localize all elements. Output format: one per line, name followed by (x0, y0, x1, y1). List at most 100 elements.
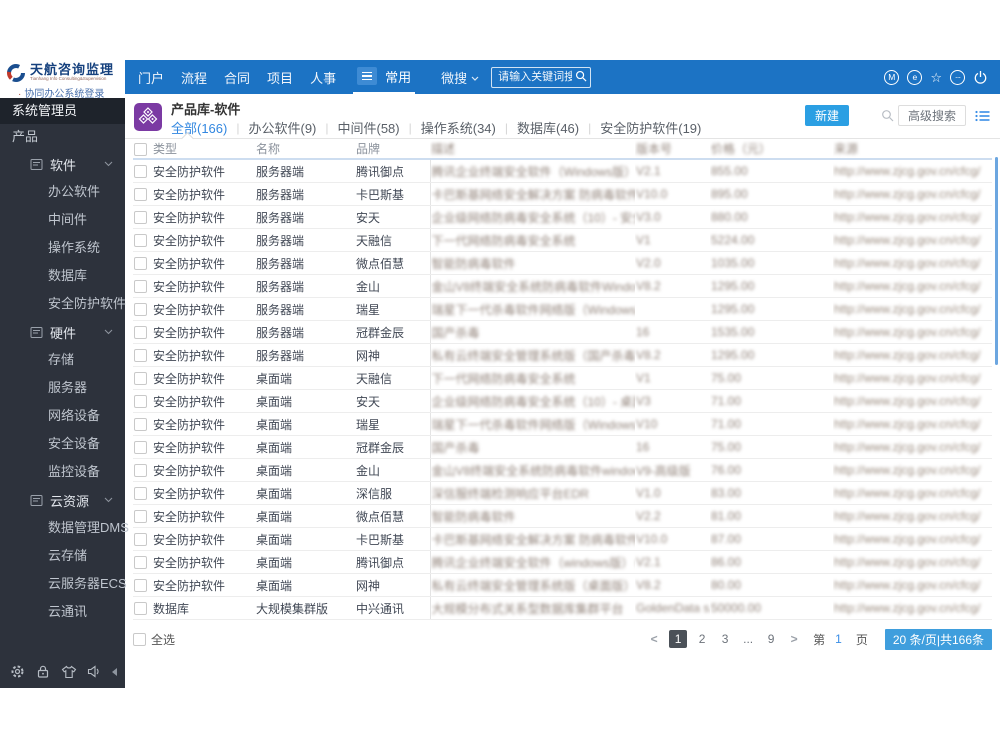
table-row[interactable]: 安全防护软件服务器端瑞星瑞星下一代杀毒软件网络版（Windows版）服务器版 12… (133, 297, 992, 321)
sidebar-section-product[interactable]: 产品 (0, 124, 125, 150)
more-options-icon[interactable]: ··· (950, 69, 965, 85)
row-checkbox[interactable] (134, 510, 147, 524)
tab-办公软件(9)[interactable]: 办公软件(9) (248, 118, 316, 137)
tab-全部(166)[interactable]: 全部(166) (171, 118, 227, 137)
search-engine-select[interactable]: 微搜 (441, 68, 479, 87)
power-logout-icon[interactable] (973, 70, 988, 85)
tab-数据库(46)[interactable]: 数据库(46) (517, 118, 579, 137)
new-button[interactable]: 新建 (804, 105, 849, 126)
nav-item[interactable]: 流程 (181, 68, 207, 87)
message-icon[interactable]: e (907, 69, 923, 85)
page-button-9[interactable]: 9 (763, 630, 779, 648)
sidebar-item-监控设备[interactable]: 监控设备 (0, 458, 125, 486)
sidebar-item-云服务器ECS[interactable]: 云服务器ECS (0, 570, 127, 598)
table-row[interactable]: 安全防护软件 桌面端 微点佰慧 智能防病毒软件 V2.2 81.00 http://www.… (133, 504, 992, 528)
row-checkbox[interactable] (134, 602, 147, 616)
sidebar-item-存储[interactable]: 存储 (0, 346, 125, 374)
sound-speaker-icon[interactable] (87, 665, 101, 678)
prev-page-button[interactable]: < (646, 630, 662, 648)
table-row[interactable]: 安全防护软件 服务器端 网神 私有云终端安全管理系统版（国产杀毒） V8.2 1295.0… (133, 343, 992, 367)
theme-shirt-icon[interactable] (61, 665, 77, 679)
nav-item[interactable]: 项目 (267, 68, 293, 87)
row-checkbox[interactable] (134, 441, 147, 455)
table-row[interactable]: 安全防护软件桌面端瑞星瑞星下一代杀毒软件网络版（Windows版）V1071.0… (133, 412, 992, 436)
sidebar-item-数据库[interactable]: 数据库 (0, 262, 125, 290)
row-checkbox[interactable] (134, 234, 147, 248)
header-checkbox[interactable] (134, 142, 147, 156)
row-checkbox[interactable] (134, 533, 147, 547)
m-badge-icon[interactable]: M (884, 69, 900, 85)
table-row[interactable]: 安全防护软件 服务器端 微点佰慧 智能防病毒软件 V2.0 1035.00 http://w… (133, 251, 992, 275)
row-checkbox[interactable] (134, 257, 147, 271)
table-row[interactable]: 安全防护软件 桌面端 网神 私有云终端安全管理系统版（桌面版） V8.2 80.00 htt… (133, 573, 992, 597)
row-checkbox[interactable] (134, 188, 147, 202)
table-row[interactable]: 安全防护软件桌面端卡巴斯基卡巴斯基网络安全解决方案 防病毒软件（10）- 桌面.… (133, 527, 992, 551)
table-row[interactable]: 安全防护软件 桌面端 天融信 下一代网络防病毒安全系统 V1 75.00 http://ww… (133, 366, 992, 390)
collapse-sidebar-icon[interactable] (112, 667, 117, 676)
table-row[interactable]: 数据库 大规模集群版 中兴通讯 大规模分布式关系型数据库集群平台 GoldenData … (133, 596, 992, 620)
table-row[interactable]: 安全防护软件桌面端金山金山V8终端安全系统防病毒软件windows终端版V9-高… (133, 458, 992, 482)
row-checkbox[interactable] (134, 556, 147, 570)
nav-item-pinned[interactable]: 常用 (385, 67, 411, 86)
table-row[interactable]: 安全防护软件 服务器端 腾讯御点 腾讯企业终端安全软件（Windows版） V2.1 85… (133, 159, 992, 183)
hamburger-menu-icon[interactable] (357, 67, 378, 85)
page-button-1[interactable]: 1 (669, 630, 688, 648)
row-checkbox[interactable] (134, 372, 147, 386)
list-view-toggle-icon[interactable] (975, 110, 990, 122)
table-row[interactable]: 安全防护软件服务器端安天企业级网络防病毒安全系统（10）- 安全防护控制台V3.… (133, 205, 992, 229)
table-row[interactable]: 安全防护软件 服务器端 天融信 下一代网络防病毒安全系统 V1 5224.00 http:/… (133, 228, 992, 252)
table-search-icon[interactable] (881, 109, 894, 122)
page-size-badge[interactable]: 20 条/页|共166条 (884, 628, 992, 650)
nav-item[interactable]: 人事 (310, 68, 336, 87)
table-row[interactable]: 安全防护软件服务器端卡巴斯基卡巴斯基网络安全解决方案 防病毒软件（10）- 安全… (133, 182, 992, 206)
advanced-search-button[interactable]: 高级搜索 (897, 105, 966, 126)
sidebar-item-服务器[interactable]: 服务器 (0, 374, 125, 402)
nav-item[interactable]: 合同 (224, 68, 250, 87)
row-checkbox[interactable] (134, 303, 147, 317)
sidebar-item-办公软件[interactable]: 办公软件 (0, 178, 125, 206)
row-checkbox[interactable] (134, 464, 147, 478)
row-checkbox[interactable] (134, 326, 147, 340)
tab-中间件(58)[interactable]: 中间件(58) (338, 118, 400, 137)
table-row[interactable]: 安全防护软件桌面端腾讯御点腾讯企业终端安全软件（windows版）（V2.1）V… (133, 550, 992, 574)
row-checkbox[interactable] (134, 165, 147, 179)
sidebar-item-中间件[interactable]: 中间件 (0, 206, 125, 234)
sidebar-item-云存储[interactable]: 云存储 (0, 542, 125, 570)
row-checkbox[interactable] (134, 211, 147, 225)
nav-item[interactable]: 门户 (138, 68, 164, 87)
sidebar-item-操作系统[interactable]: 操作系统 (0, 234, 125, 262)
table-row[interactable]: 安全防护软件桌面端安天企业级网络防病毒安全系统（10）- 桌面防护版V371.0… (133, 389, 992, 413)
current-role-label: 系统管理员 (0, 98, 125, 124)
sidebar-group-硬件[interactable]: 硬件 (0, 318, 125, 346)
search-icon[interactable] (575, 70, 587, 82)
next-page-button[interactable]: > (786, 630, 802, 648)
row-checkbox[interactable] (134, 418, 147, 432)
table-row[interactable]: 安全防护软件服务器端金山金山V8终端安全系统防病毒软件Windows服务器版V8… (133, 274, 992, 298)
row-checkbox[interactable] (134, 349, 147, 363)
settings-gear-icon[interactable] (10, 664, 25, 679)
page-button-2[interactable]: 2 (694, 630, 710, 648)
sidebar-item-安全设备[interactable]: 安全设备 (0, 430, 125, 458)
table-row[interactable]: 安全防护软件 服务器端 冠群金辰 国产杀毒 16 1535.00 http://www.zj… (133, 320, 992, 344)
tab-安全防护软件(19)[interactable]: 安全防护软件(19) (600, 118, 701, 137)
sidebar-item-云通讯[interactable]: 云通讯 (0, 598, 125, 626)
row-checkbox[interactable] (134, 487, 147, 501)
page-button-3[interactable]: 3 (717, 630, 733, 648)
table-scrollbar[interactable] (995, 157, 998, 365)
row-checkbox[interactable] (134, 280, 147, 294)
sidebar-group-软件[interactable]: 软件 (0, 150, 125, 178)
sidebar-item-数据管理DMS[interactable]: 数据管理DMS (0, 514, 129, 542)
sidebar-group-云资源[interactable]: 云资源 (0, 486, 125, 514)
select-all-checkbox[interactable] (133, 632, 146, 646)
lock-icon[interactable] (36, 664, 50, 679)
cell-品牌: 天融信 (355, 228, 431, 252)
tab-操作系统(34)[interactable]: 操作系统(34) (421, 118, 496, 137)
row-checkbox[interactable] (134, 579, 147, 593)
table-row[interactable]: 安全防护软件 桌面端 深信服 深信服终端检测响应平台EDR V1.0 83.00 http:… (133, 481, 992, 505)
cell-品牌: 瑞星 (355, 297, 431, 321)
favorites-star-icon[interactable]: ☆ (930, 71, 942, 84)
sidebar-item-网络设备[interactable]: 网络设备 (0, 402, 125, 430)
table-row[interactable]: 安全防护软件 桌面端 冠群金辰 国产杀毒 16 75.00 http://www.zjcg.… (133, 435, 992, 459)
sidebar-item-安全防护软件[interactable]: 安全防护软件 (0, 290, 126, 318)
row-checkbox[interactable] (134, 395, 147, 409)
